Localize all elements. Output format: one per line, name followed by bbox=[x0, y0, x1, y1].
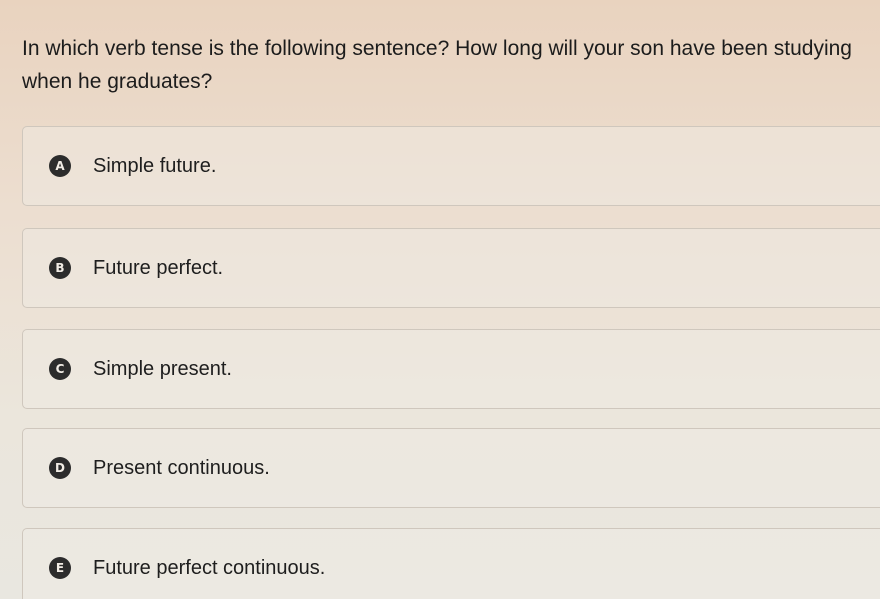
option-label: Simple present. bbox=[93, 358, 232, 380]
option-letter-badge: A bbox=[49, 155, 71, 177]
answer-option-a[interactable]: A Simple future. bbox=[22, 126, 880, 206]
option-letter-badge: E bbox=[49, 557, 71, 579]
option-label: Future perfect. bbox=[93, 257, 224, 279]
option-label: Simple future. bbox=[93, 155, 217, 177]
answer-option-d[interactable]: D Present continuous. bbox=[22, 428, 880, 508]
answer-option-b[interactable]: B Future perfect. bbox=[22, 228, 880, 308]
answer-option-c[interactable]: C Simple present. bbox=[22, 329, 880, 409]
option-label: Future perfect continuous. bbox=[93, 557, 326, 579]
option-letter-badge: C bbox=[49, 358, 71, 380]
question-text: In which verb tense is the following sen… bbox=[22, 37, 852, 93]
option-letter-badge: D bbox=[49, 457, 71, 479]
option-letter-badge: B bbox=[49, 257, 71, 279]
option-label: Present continuous. bbox=[93, 457, 270, 479]
answer-option-e[interactable]: E Future perfect continuous. bbox=[22, 528, 880, 599]
